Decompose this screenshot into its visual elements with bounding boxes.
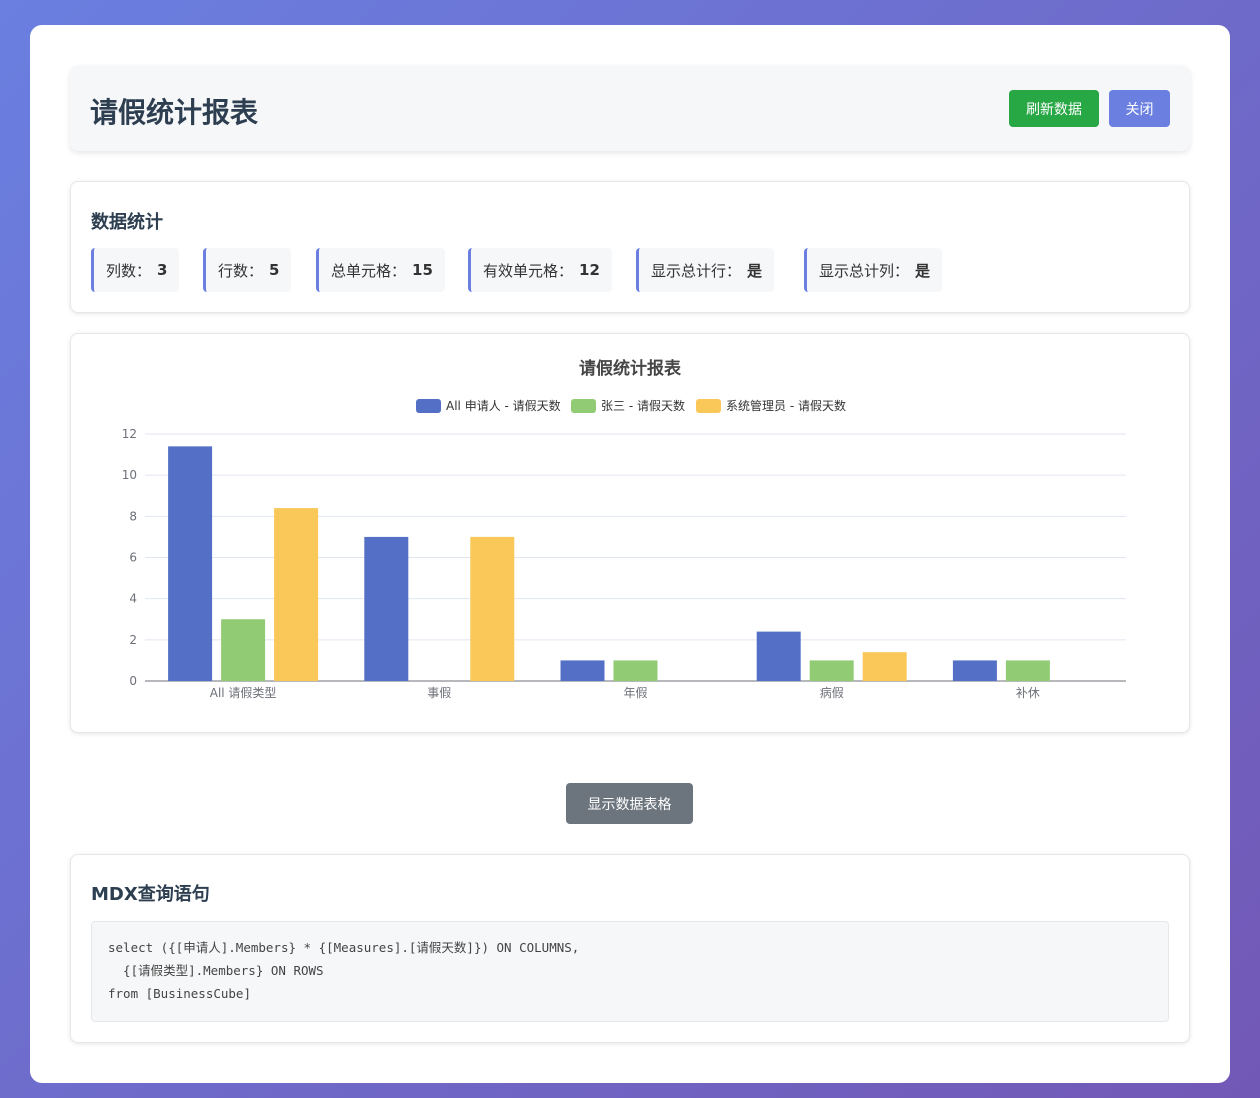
page-title: 请假统计报表 (90, 96, 259, 129)
stat-value: 是 (915, 261, 931, 280)
x-tick-label: 事假 (427, 686, 451, 700)
legend-label: 张三 - 请假天数 (601, 398, 685, 413)
stat-label: 总单元格： (331, 261, 407, 280)
bar (274, 508, 319, 681)
stat-value: 是 (747, 261, 763, 280)
show-data-table-button[interactable]: 显示数据表格 (566, 783, 693, 824)
mdx-card: MDX查询语句 select ({[申请人].Members} * {[Meas… (70, 854, 1190, 1043)
stat-rows: 行数： 5 (203, 248, 292, 292)
bar (1005, 660, 1050, 681)
bar (952, 660, 997, 681)
x-tick-label: All 请假类型 (210, 686, 277, 700)
bar (862, 652, 907, 681)
report-page: 请假统计报表 刷新数据 关闭 数据统计 列数： 3 行数： 5 总单元格： 15 有效… (30, 25, 1230, 1083)
stat-show-total-row: 显示总计行： 是 (636, 248, 775, 292)
stats-card: 数据统计 列数： 3 行数： 5 总单元格： 15 有效单元格： 12 显示总计行：是 … (70, 181, 1190, 313)
stat-value: 3 (157, 261, 168, 279)
bar (470, 536, 515, 681)
stat-label: 行数： (218, 261, 264, 280)
bar (364, 536, 409, 681)
y-tick-label: 8 (129, 509, 137, 523)
report-header: 请假统计报表 刷新数据 关闭 (70, 66, 1190, 151)
y-tick-label: 0 (129, 674, 137, 688)
bar (756, 631, 801, 681)
legend-swatch (696, 399, 721, 413)
x-tick-label: 病假 (820, 685, 844, 700)
legend-swatch (571, 399, 596, 413)
legend-swatch (416, 399, 441, 413)
mdx-title: MDX查询语句 (91, 884, 210, 905)
stat-columns: 列数： 3 (91, 248, 180, 292)
bar (221, 619, 266, 681)
stat-label: 有效单元格： (483, 261, 574, 280)
stat-value: 12 (579, 261, 600, 279)
stats-title: 数据统计 (91, 212, 163, 233)
stat-label: 显示总计列： (819, 261, 910, 280)
x-tick-label: 补休 (1016, 686, 1040, 700)
chart-card: 请假统计报表 All 申请人 - 请假天数 张三 - 请假天数 系统管理员 - 请假天… (70, 333, 1190, 733)
legend-label: 系统管理员 - 请假天数 (726, 398, 846, 413)
stat-show-total-column: 显示总计列： 是 (804, 248, 943, 292)
stat-valid-cells: 有效单元格： 12 (468, 248, 612, 292)
bar (613, 660, 658, 681)
stat-label: 显示总计行： (651, 261, 742, 280)
y-tick-label: 12 (122, 427, 137, 441)
stat-value: 15 (412, 261, 433, 279)
bar (560, 660, 605, 681)
bar-chart: 请假统计报表 All 申请人 - 请假天数 张三 - 请假天数 系统管理员 - 请假天… (122, 358, 1126, 700)
y-tick-label: 4 (129, 592, 137, 606)
close-button[interactable]: 关闭 (1109, 90, 1170, 127)
refresh-button[interactable]: 刷新数据 (1009, 90, 1099, 127)
x-tick-label: 年假 (623, 686, 647, 700)
mdx-code: select ({[申请人].Members} * {[Measures].[请… (91, 921, 1169, 1022)
y-tick-label: 2 (129, 633, 137, 647)
legend-label: All 申请人 - 请假天数 (446, 398, 561, 413)
bar (809, 660, 854, 681)
bar (168, 446, 213, 681)
y-tick-label: 6 (129, 551, 137, 565)
y-tick-label: 10 (122, 468, 137, 482)
stat-label: 列数： (106, 261, 152, 280)
stat-total-cells: 总单元格： 15 (316, 248, 445, 292)
chart-title: 请假统计报表 (579, 358, 682, 379)
stat-value: 5 (269, 261, 280, 279)
